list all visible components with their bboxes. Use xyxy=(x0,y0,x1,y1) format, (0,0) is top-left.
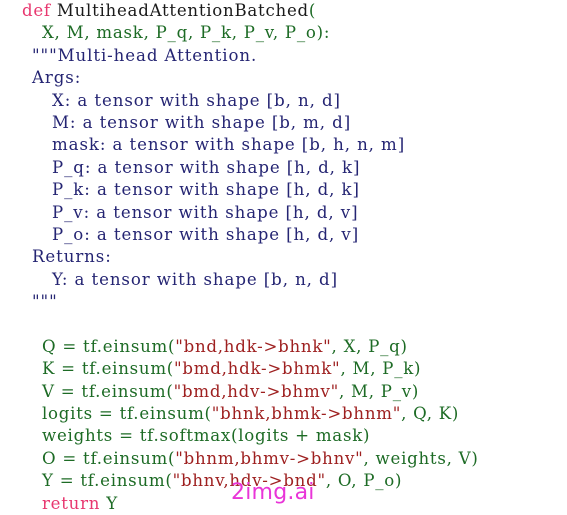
token-doc: Args: xyxy=(32,68,82,88)
line-doc-pk: P_k: a tensor with shape [h, d, k] xyxy=(0,179,567,201)
token-str: "bnd,hdk->bhnk" xyxy=(175,336,332,356)
line-blank xyxy=(0,313,567,335)
line-doc-mask: mask: a tensor with shape [b, h, n, m] xyxy=(0,134,567,156)
token-code: Q = tf.einsum( xyxy=(42,336,176,356)
token-doc: """ xyxy=(32,292,58,312)
token-code: X, M, mask, P_q, P_k, P_v, P_o): xyxy=(42,23,331,43)
token-str: "bmd,hdk->bhmk" xyxy=(174,359,341,379)
token-kw: def xyxy=(22,1,51,20)
line-logits: logits = tf.einsum("bhnk,bhmk->bhnm", Q,… xyxy=(0,403,567,425)
line-doc-x: X: a tensor with shape [b, n, d] xyxy=(0,90,567,112)
token-doc: mask: a tensor with shape [b, h, n, m] xyxy=(52,135,406,155)
token-doc: P_o: a tensor with shape [h, d, v] xyxy=(52,224,360,244)
line-k: K = tf.einsum("bmd,hdk->bhmk", M, P_k) xyxy=(0,358,567,380)
token-code: V = tf.einsum( xyxy=(42,381,174,401)
code-lines-container: def MultiheadAttentionBatched(X, M, mask… xyxy=(0,0,567,515)
token-kw: return xyxy=(42,493,101,513)
token-code: logits = tf.einsum( xyxy=(42,404,212,424)
token-code: , M, P_v) xyxy=(338,381,420,401)
token-doc: M: a tensor with shape [b, m, d] xyxy=(52,112,352,132)
token-code: Y = tf.einsum( xyxy=(42,471,173,491)
token-code: , weights, V) xyxy=(363,448,479,468)
token-code: K = tf.einsum( xyxy=(42,359,175,379)
line-doc-m: M: a tensor with shape [b, m, d] xyxy=(0,112,567,134)
line-weights: weights = tf.softmax(logits + mask) xyxy=(0,425,567,447)
line-doc-pq: P_q: a tensor with shape [h, d, k] xyxy=(0,157,567,179)
token-doc: P_v: a tensor with shape [h, d, v] xyxy=(52,202,359,222)
token-code: ( xyxy=(308,1,317,20)
token-code: O = tf.einsum( xyxy=(42,448,176,468)
line-doc-open: """Multi-head Attention. xyxy=(0,45,567,67)
code-listing: def MultiheadAttentionBatched(X, M, mask… xyxy=(0,0,567,513)
token-doc: P_q: a tensor with shape [h, d, k] xyxy=(52,157,361,177)
token-code: weights = tf.softmax(logits + mask) xyxy=(42,426,371,446)
line-def: def MultiheadAttentionBatched( xyxy=(0,0,567,22)
watermark-2img-ai: 2img.ai xyxy=(231,480,315,505)
token-doc: """Multi-head Attention. xyxy=(32,45,258,65)
token-code: , X, P_q) xyxy=(331,336,408,356)
line-doc-args: Args: xyxy=(0,67,567,89)
token-code: , M, P_k) xyxy=(340,359,422,379)
token-doc: P_k: a tensor with shape [h, d, k] xyxy=(52,180,360,200)
token-fname: MultiheadAttentionBatched xyxy=(56,1,309,20)
token-doc: Y: a tensor with shape [b, n, d] xyxy=(52,269,338,289)
token-doc: X: a tensor with shape [b, n, d] xyxy=(52,90,341,110)
token-str: "bmd,hdv->bhmv" xyxy=(173,381,339,401)
line-doc-returns: Returns: xyxy=(0,246,567,268)
line-params: X, M, mask, P_q, P_k, P_v, P_o): xyxy=(0,22,567,44)
token-code: , Q, K) xyxy=(401,404,460,424)
token-code: Y xyxy=(100,493,118,513)
token-str: "bhnk,bhmk->bhnm" xyxy=(211,404,402,424)
line-doc-y: Y: a tensor with shape [b, n, d] xyxy=(0,269,567,291)
token-str: "bhnm,bhmv->bhnv" xyxy=(175,448,364,468)
token-doc: Returns: xyxy=(32,247,112,267)
token-code: , O, P_o) xyxy=(325,471,403,491)
line-doc-close: """ xyxy=(0,291,567,313)
line-v: V = tf.einsum("bmd,hdv->bhmv", M, P_v) xyxy=(0,381,567,403)
line-doc-po: P_o: a tensor with shape [h, d, v] xyxy=(0,224,567,246)
line-doc-pv: P_v: a tensor with shape [h, d, v] xyxy=(0,202,567,224)
line-o: O = tf.einsum("bhnm,bhmv->bhnv", weights… xyxy=(0,448,567,470)
line-q: Q = tf.einsum("bnd,hdk->bhnk", X, P_q) xyxy=(0,336,567,358)
